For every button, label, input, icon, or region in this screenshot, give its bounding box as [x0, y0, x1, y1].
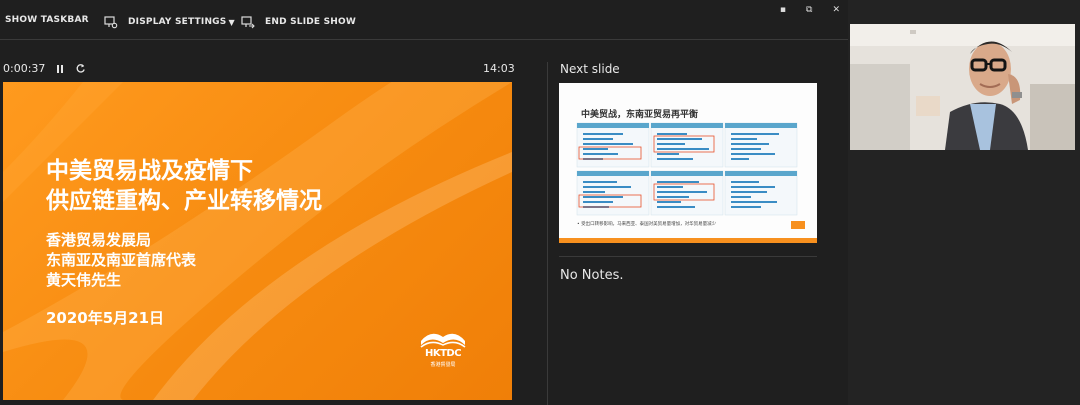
presenter-toolbar: SHOW TASKBAR DISPLAY SETTINGS ▼ END SLID…	[0, 0, 848, 40]
webcam-video	[850, 24, 1075, 150]
minimize-button[interactable]: ▪	[780, 5, 786, 15]
next-slide-title: 中美贸战，东南亚贸易再平衡	[581, 110, 699, 120]
logo-chinese-text: 香港貿發局	[430, 362, 456, 368]
slide-timer: 0:00:37	[3, 62, 86, 75]
next-slide-thumbnail[interactable]: 中美贸战，东南亚贸易再平衡 • 受出口转移影响，马来西亚、泰国对美贸易量增加，对…	[559, 83, 817, 243]
end-slide-show-label: END SLIDE SHOW	[265, 17, 356, 27]
display-settings-label: DISPLAY SETTINGS	[128, 17, 227, 27]
next-slide-accent-bar	[559, 238, 817, 243]
panel-divider	[547, 62, 548, 405]
end-slide-show-button[interactable]: END SLIDE SHOW	[241, 15, 356, 29]
slide-presenter-info: 香港贸易发展局 东南亚及南亚首席代表 黄天伟先生	[46, 230, 196, 290]
display-settings-button[interactable]: DISPLAY SETTINGS ▼	[104, 15, 235, 29]
slide-date: 2020年5月21日	[46, 309, 165, 327]
elapsed-time: 0:00:37	[3, 62, 46, 75]
restore-button[interactable]: ⧉	[806, 5, 812, 15]
slide-org: 香港贸易发展局	[46, 231, 152, 249]
slide-title: 中美贸易战及疫情下 供应链重构、产业转移情况	[46, 156, 322, 216]
webcam-person-image	[850, 24, 1075, 150]
chevron-down-icon: ▼	[228, 17, 235, 27]
current-slide[interactable]: 中美贸易战及疫情下 供应链重构、产业转移情况 香港贸易发展局 东南亚及南亚首席代…	[3, 82, 512, 400]
show-taskbar-button[interactable]: SHOW TASKBAR	[5, 15, 89, 25]
next-slide-label: Next slide	[560, 62, 620, 76]
monitor-gear-icon	[104, 16, 118, 29]
monitor-exit-icon	[241, 16, 255, 29]
slide-title-line1: 中美贸易战及疫情下	[46, 158, 253, 184]
close-button[interactable]: ✕	[832, 5, 840, 15]
notes-separator	[559, 256, 817, 257]
logo-text: HKTDC	[424, 348, 462, 359]
webcam-panel	[848, 0, 1080, 405]
show-taskbar-label: SHOW TASKBAR	[5, 15, 89, 25]
slide-title-line2: 供应链重构、产业转移情况	[46, 188, 322, 214]
slide-role: 东南亚及南亚首席代表	[46, 251, 197, 269]
current-clock: 14:03	[483, 62, 515, 75]
restart-icon[interactable]	[75, 63, 86, 74]
slide-speaker: 黄天伟先生	[46, 271, 122, 289]
window-controls: ▪ ⧉ ✕	[780, 5, 840, 15]
speaker-notes: No Notes.	[560, 268, 624, 283]
next-slide-bullet: • 受出口转移影响，马来西亚、泰国对美贸易量增加，对华贸易量减少	[577, 222, 717, 227]
pause-icon[interactable]	[55, 64, 65, 74]
presenter-view: SHOW TASKBAR DISPLAY SETTINGS ▼ END SLID…	[0, 0, 848, 405]
